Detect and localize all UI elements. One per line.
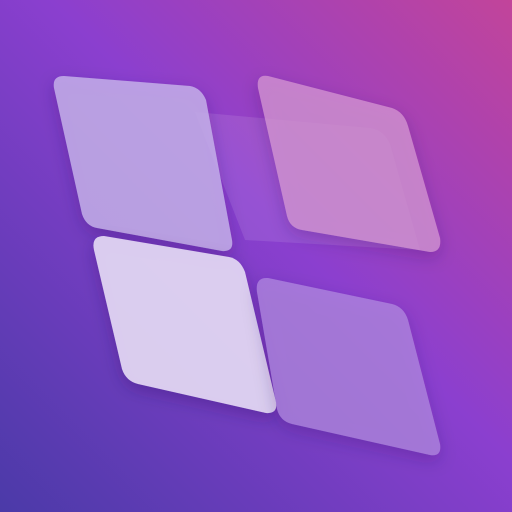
app-icon	[0, 0, 512, 512]
four-tile-grid-logo-icon	[0, 0, 512, 512]
